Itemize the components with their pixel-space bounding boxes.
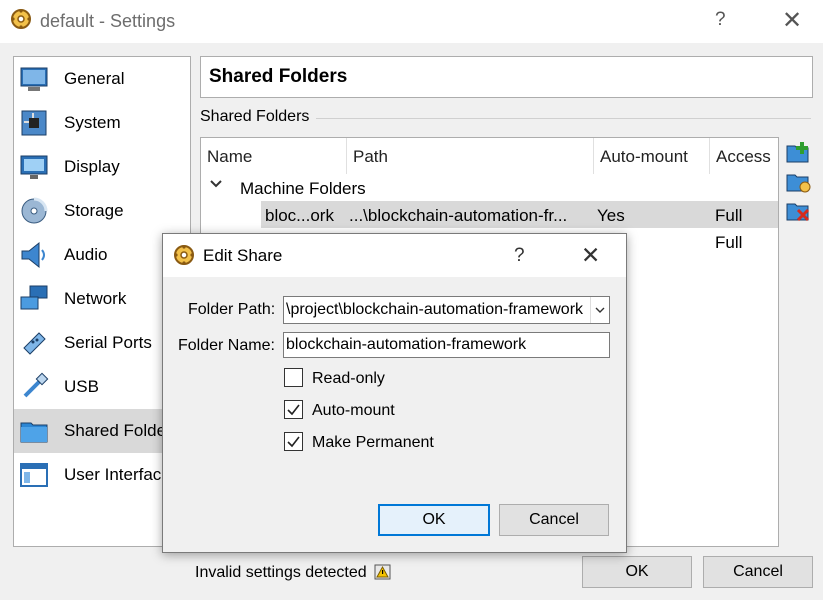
serial-ports-icon <box>23 332 46 355</box>
folder-path-label: Folder Path: <box>188 301 276 318</box>
group-label: Shared Folders <box>200 108 310 125</box>
row-name: bloc...ork <box>265 206 334 225</box>
sidebar-item-label: User Interface <box>64 465 171 484</box>
virtualbox-app-icon <box>174 245 194 265</box>
dialog-close-button[interactable]: ✕ <box>581 242 600 269</box>
sidebar-item-display[interactable]: Display <box>14 145 190 189</box>
row-access: Full <box>715 233 743 252</box>
sidebar-item-label: Serial Ports <box>64 333 152 352</box>
dialog-ok-button[interactable]: OK <box>378 504 490 536</box>
edit-share-dialog: Edit Share ? ✕ Folder Path: \project\blo… <box>162 233 627 553</box>
column-header-path[interactable]: Path <box>347 138 594 174</box>
dialog-titlebar: Edit Share ? ✕ <box>163 234 626 277</box>
row-access: Full <box>715 206 743 225</box>
status-text: Invalid settings detected <box>195 564 367 581</box>
virtualbox-app-icon <box>11 9 31 29</box>
shared-folders-icon <box>20 422 48 443</box>
remove-shared-folder-icon[interactable] <box>786 199 812 223</box>
sidebar-item-storage[interactable]: Storage <box>14 189 190 233</box>
checkmark-icon <box>287 436 300 448</box>
help-button[interactable]: ? <box>715 9 726 31</box>
dialog-help-button[interactable]: ? <box>514 245 525 267</box>
general-icon <box>20 67 48 91</box>
network-icon <box>20 285 48 310</box>
read-only-checkbox[interactable] <box>284 368 303 387</box>
row-path: ...\blockchain-automation-fr... <box>349 206 568 225</box>
warning-icon[interactable] <box>374 564 391 580</box>
column-header-access[interactable]: Access <box>710 138 778 174</box>
sidebar-item-label: Audio <box>64 245 108 264</box>
ok-button[interactable]: OK <box>582 556 692 588</box>
audio-icon <box>21 241 45 269</box>
sidebar-item-label: System <box>64 113 121 132</box>
edit-shared-folder-icon[interactable] <box>786 170 812 194</box>
dialog-title: Edit Share <box>203 246 283 265</box>
auto-mount-checkbox[interactable] <box>284 400 303 419</box>
sidebar-item-system[interactable]: System <box>14 101 190 145</box>
make-permanent-label[interactable]: Make Permanent <box>312 434 434 452</box>
chevron-down-icon[interactable] <box>209 177 223 191</box>
cancel-button[interactable]: Cancel <box>703 556 813 588</box>
folder-name-label: Folder Name: <box>178 337 275 354</box>
folder-name-input[interactable]: blockchain-automation-framework <box>283 332 610 358</box>
dialog-cancel-button[interactable]: Cancel <box>499 504 609 536</box>
sidebar-item-label: Display <box>64 157 120 176</box>
sidebar-item-label: General <box>64 69 125 88</box>
folder-path-value: \project\blockchain-automation-framework <box>286 301 584 318</box>
auto-mount-label[interactable]: Auto-mount <box>312 402 395 420</box>
sidebar-item-label: Network <box>64 289 127 308</box>
column-header-automount[interactable]: Auto-mount <box>594 138 710 174</box>
system-icon <box>21 110 47 136</box>
checkmark-icon <box>287 404 300 416</box>
add-shared-folder-icon[interactable] <box>786 141 812 165</box>
usb-icon <box>23 372 49 398</box>
window-titlebar: default - Settings ? ✕ <box>0 0 823 43</box>
group-row-label[interactable]: Machine Folders <box>240 179 366 199</box>
page-title: Shared Folders <box>209 66 348 87</box>
make-permanent-checkbox[interactable] <box>284 432 303 451</box>
window-title: default - Settings <box>40 11 176 31</box>
sidebar-item-label: USB <box>64 377 99 396</box>
read-only-label[interactable]: Read-only <box>312 370 385 388</box>
display-icon <box>20 155 48 179</box>
group-divider <box>316 118 811 119</box>
chevron-down-icon[interactable] <box>590 297 609 323</box>
column-header-name[interactable]: Name <box>201 138 347 174</box>
user-interface-icon <box>20 463 48 487</box>
sidebar-item-general[interactable]: General <box>14 57 190 101</box>
row-automount: Yes <box>597 206 625 225</box>
sidebar-item-label: Storage <box>64 201 124 220</box>
close-button[interactable]: ✕ <box>782 6 802 35</box>
folder-path-combobox[interactable]: \project\blockchain-automation-framework <box>283 296 610 324</box>
storage-icon <box>21 197 48 224</box>
page-title-box: Shared Folders <box>200 56 813 98</box>
